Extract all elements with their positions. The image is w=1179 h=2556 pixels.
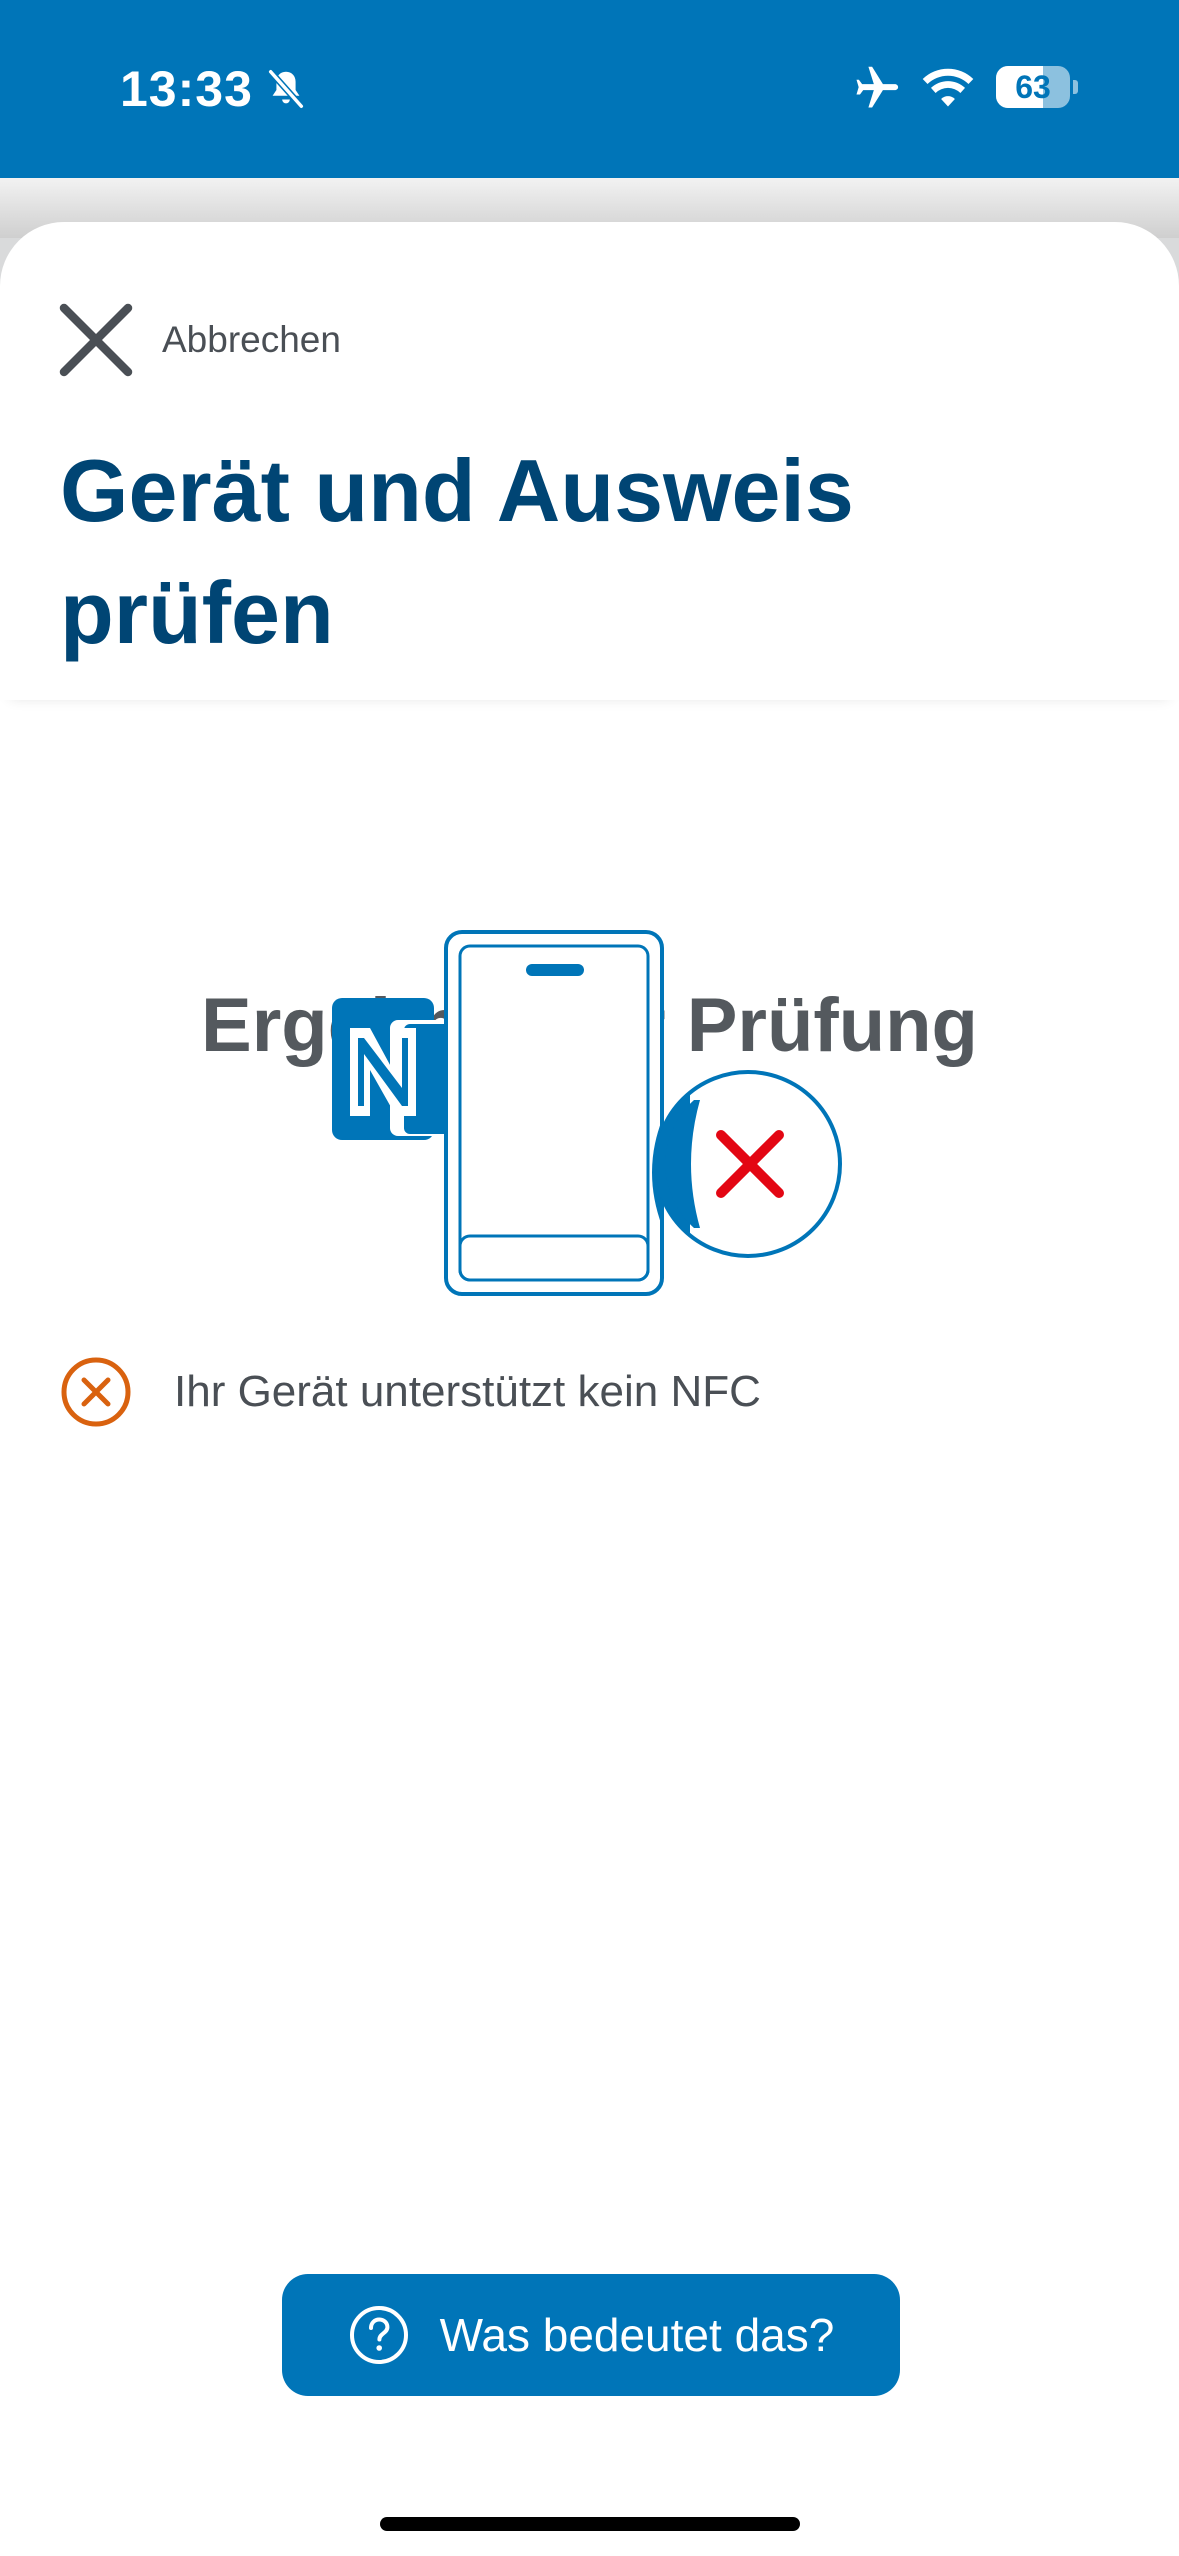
result-text: Ihr Gerät unterstützt kein NFC <box>174 1367 761 1416</box>
sheet-header: Abbrechen Gerät und Ausweis prüfen <box>0 222 1179 700</box>
question-circle-icon[interactable] <box>348 2304 410 2366</box>
phone-nfc-not-supported-icon <box>332 930 842 1296</box>
result-item: Ihr Gerät unterstützt kein NFC <box>60 1354 761 1430</box>
battery-icon: 63 <box>996 66 1078 108</box>
phone-outline <box>444 930 664 1296</box>
battery-level: 63 <box>1015 69 1051 105</box>
battery-body: 63 <box>996 66 1070 108</box>
home-indicator[interactable] <box>380 2517 800 2531</box>
bell-slash-icon <box>268 69 304 109</box>
status-bar: 13:33 63 <box>0 0 1179 178</box>
help-button-label[interactable]: Was bedeutet das? <box>440 2308 835 2362</box>
wifi-icon <box>922 68 974 107</box>
phone-speaker <box>526 964 584 976</box>
airplane-icon <box>856 66 899 108</box>
page-title: Gerät und Ausweis prüfen <box>60 441 854 662</box>
close-icon[interactable] <box>56 300 136 380</box>
status-time: 13:33 <box>120 61 253 117</box>
help-button[interactable]: Was bedeutet das? <box>282 2274 900 2396</box>
battery-tip <box>1073 80 1078 94</box>
cancel-button[interactable]: Abbrechen <box>56 300 341 380</box>
cancel-label[interactable]: Abbrechen <box>162 319 341 361</box>
error-circle-icon <box>61 1357 131 1427</box>
